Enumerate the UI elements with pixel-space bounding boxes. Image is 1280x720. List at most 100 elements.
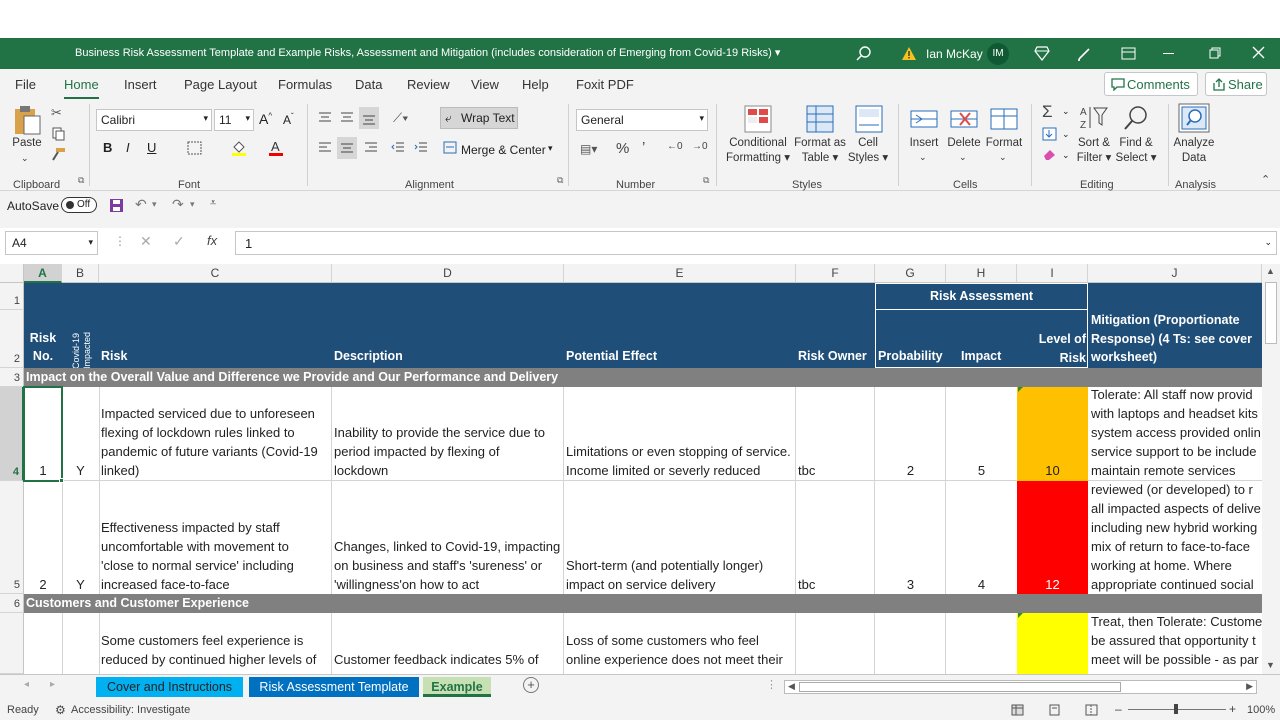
tab-home[interactable]: Home (64, 77, 99, 100)
chevron-down-icon[interactable]: ⌄ (1062, 129, 1070, 140)
column-header-h[interactable]: H (946, 264, 1017, 283)
scroll-up-icon[interactable]: ▲ (1266, 266, 1275, 276)
mitigation-cell[interactable]: Treat, then Tolerate: Custome be assured … (1091, 612, 1262, 669)
risk-cell[interactable]: Some customers feel experience is reduced… (101, 631, 330, 669)
conditional-formatting-button[interactable]: Conditional Formatting ▾ (722, 136, 794, 166)
align-middle-icon[interactable] (340, 111, 354, 123)
align-left-icon[interactable] (318, 141, 332, 153)
zoom-level[interactable]: 100% (1247, 704, 1275, 716)
paste-button[interactable]: Paste (10, 136, 44, 151)
sheet-tab-template[interactable]: Risk Assessment Template (249, 677, 419, 697)
zoom-out-icon[interactable]: – (1115, 702, 1122, 716)
next-sheet-icon[interactable]: ▸ (50, 679, 55, 690)
save-icon[interactable] (109, 198, 124, 213)
redo-icon[interactable]: ↷ (172, 196, 184, 213)
owner-cell[interactable]: tbc (798, 461, 874, 480)
row-header-4[interactable]: 4 (0, 387, 24, 481)
name-box[interactable]: A4 ▾ (5, 231, 98, 255)
paste-icon[interactable] (12, 104, 42, 136)
conditional-formatting-icon[interactable] (744, 105, 772, 133)
font-color-icon[interactable]: A (268, 139, 284, 157)
find-select-icon[interactable] (1122, 104, 1150, 132)
find-select-button[interactable]: Find & Select ▾ (1114, 136, 1158, 166)
row-header-1[interactable]: 1 (0, 283, 24, 310)
italic-icon[interactable]: I (126, 140, 130, 155)
increase-indent-icon[interactable] (414, 141, 428, 153)
horizontal-scrollbar[interactable]: ◀ ▶ (784, 680, 1257, 694)
column-header-a[interactable]: A (24, 264, 62, 283)
comma-icon[interactable]: ’ (642, 139, 645, 156)
column-header-c[interactable]: C (99, 264, 332, 283)
insert-cells-button[interactable]: Insert (904, 136, 944, 151)
format-cells-icon[interactable] (990, 105, 1018, 133)
description-cell[interactable]: Changes, linked to Covid-19, impacting on… (334, 537, 563, 594)
chevron-down-icon[interactable]: ⌄ (1062, 150, 1070, 161)
level-of-risk-cell[interactable]: 12 (1017, 575, 1088, 594)
undo-icon[interactable]: ↶ (135, 196, 147, 213)
cell-styles-button[interactable]: Cell Styles ▾ (844, 136, 892, 166)
column-header-d[interactable]: D (332, 264, 564, 283)
chevron-down-icon[interactable]: ⌄ (999, 150, 1007, 165)
autosave-toggle[interactable]: Off (61, 197, 97, 213)
zoom-slider-handle[interactable] (1174, 704, 1178, 714)
chevron-down-icon[interactable]: ▾ (152, 199, 157, 210)
maximize-icon[interactable] (1209, 47, 1221, 59)
previous-sheet-icon[interactable]: ◂ (24, 679, 29, 690)
column-header-g[interactable]: G (875, 264, 946, 283)
increase-font-icon[interactable]: A^ (259, 111, 272, 127)
format-painter-icon[interactable] (50, 147, 66, 161)
align-right-icon[interactable] (364, 141, 378, 153)
tab-file[interactable]: File (15, 77, 36, 92)
scroll-thumb[interactable] (1265, 282, 1277, 344)
effect-cell[interactable]: Limitations or even stopping of service.… (566, 442, 795, 480)
accessibility-icon[interactable]: ⚙ (55, 703, 66, 717)
paste-dropdown-icon[interactable]: ⌄ (21, 151, 29, 166)
add-sheet-icon[interactable]: + (523, 677, 539, 693)
sort-filter-icon[interactable]: AZ (1079, 104, 1109, 132)
analyze-data-icon[interactable] (1178, 103, 1210, 133)
row-header-2[interactable]: 2 (0, 310, 24, 368)
mitigation-cell[interactable]: reviewed (or developed) to r all impacted… (1091, 480, 1262, 594)
search-icon[interactable] (856, 46, 872, 62)
align-bottom-button[interactable] (359, 107, 379, 129)
tab-insert[interactable]: Insert (124, 77, 157, 92)
column-header-f[interactable]: F (796, 264, 875, 283)
mitigation-cell[interactable]: Tolerate: All staff now provid with lapto… (1091, 385, 1262, 480)
align-center-button[interactable] (337, 137, 357, 159)
sheet-tab-example[interactable]: Example (423, 677, 491, 697)
risk-cell[interactable]: Effectiveness impacted by staff uncomfort… (101, 518, 330, 594)
column-header-i[interactable]: I (1017, 264, 1088, 283)
borders-icon[interactable] (187, 141, 203, 155)
warning-icon[interactable] (901, 46, 917, 61)
page-break-view-icon[interactable] (1085, 704, 1098, 716)
fill-icon[interactable] (1042, 127, 1058, 141)
chevron-down-icon[interactable]: ⌄ (1062, 106, 1070, 117)
page-layout-view-icon[interactable] (1048, 704, 1061, 716)
tab-foxit-pdf[interactable]: Foxit PDF (576, 77, 634, 92)
fill-color-icon[interactable] (231, 139, 247, 157)
increase-decimal-icon[interactable]: ←0 (667, 141, 683, 152)
tab-review[interactable]: Review (407, 77, 450, 92)
format-as-table-icon[interactable] (806, 105, 834, 133)
row-header-5[interactable]: 5 (0, 481, 24, 594)
pen-icon[interactable] (1077, 47, 1093, 61)
customize-qat-icon[interactable]: ⩡ (210, 197, 216, 210)
share-button[interactable]: Share (1205, 72, 1267, 96)
ribbon-display-icon[interactable] (1121, 47, 1136, 60)
cancel-icon[interactable]: ✕ (140, 233, 152, 250)
chevron-down-icon[interactable]: ▾ (548, 143, 553, 154)
minimize-icon[interactable] (1163, 53, 1174, 54)
zoom-in-icon[interactable]: + (1229, 702, 1236, 716)
probability-cell[interactable]: 2 (875, 461, 946, 480)
impact-cell[interactable]: 5 (946, 461, 1017, 480)
insert-function-icon[interactable]: fx (207, 233, 217, 248)
chevron-down-icon[interactable]: ⌄ (959, 150, 967, 165)
chevron-down-icon[interactable]: ⌄ (919, 150, 927, 165)
description-cell[interactable]: Customer feedback indicates 5% of (334, 650, 563, 669)
workbook-title[interactable]: Business Risk Assessment Template and Ex… (75, 46, 780, 59)
autosum-icon[interactable]: Σ (1042, 102, 1053, 122)
worksheet-grid[interactable]: A B C D E F G H I J 1 2 3 4 5 6 Risk Ass… (0, 264, 1262, 674)
risk-no-cell[interactable]: 2 (24, 575, 62, 594)
formula-input[interactable]: 1 ⌄ (235, 231, 1277, 255)
analyze-data-button[interactable]: Analyze Data (1170, 136, 1218, 166)
